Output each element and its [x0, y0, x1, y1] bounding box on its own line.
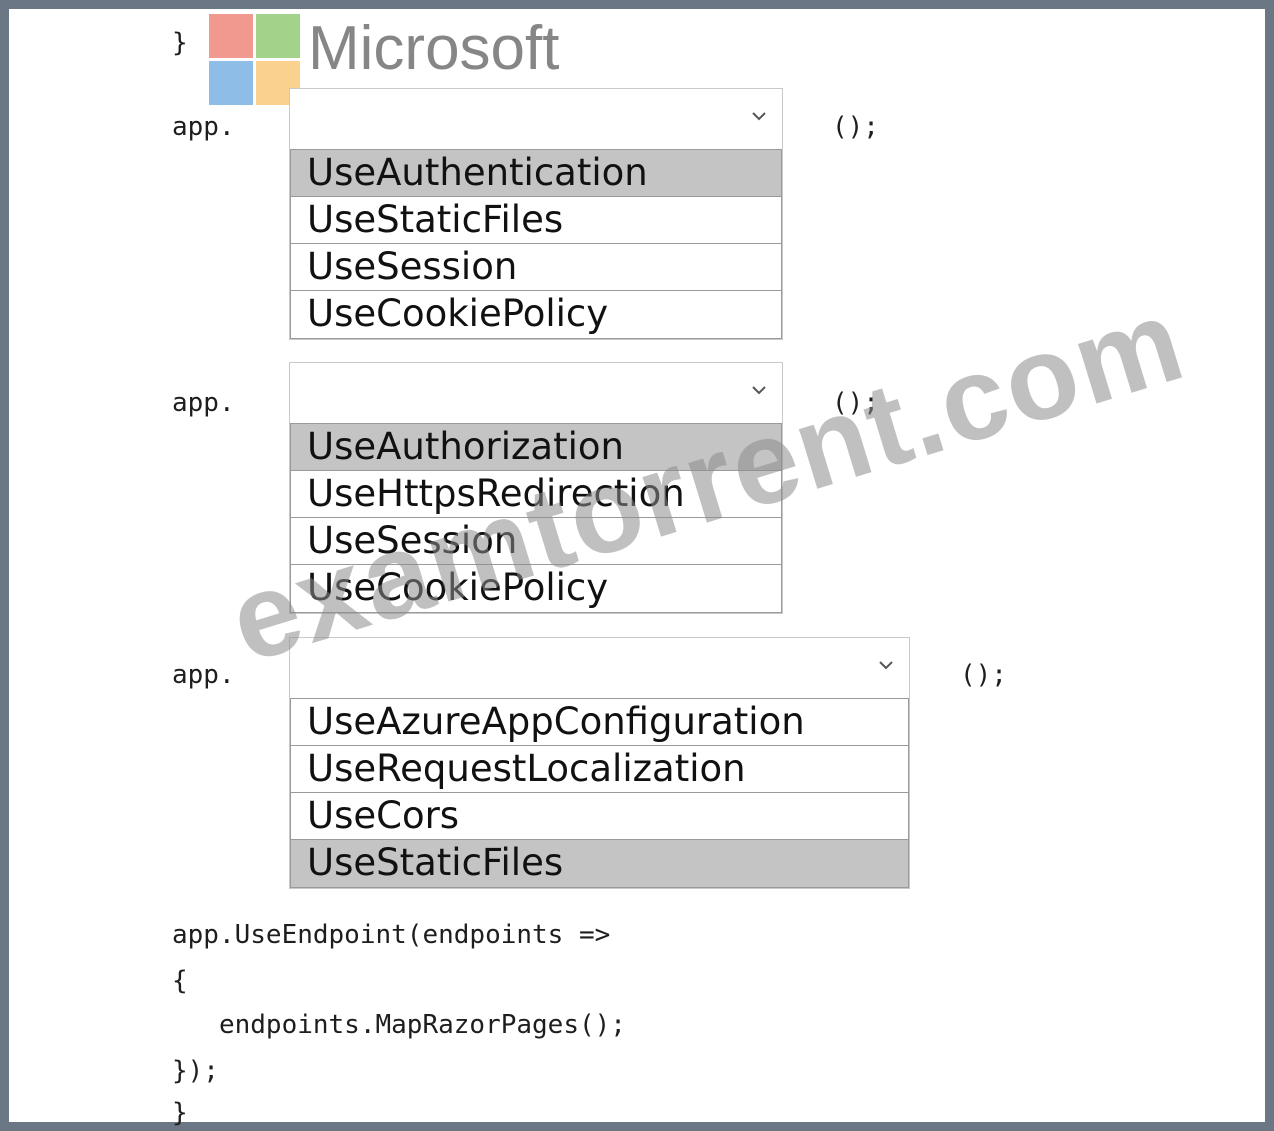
dropdown-1-options: UseAuthentication UseStaticFiles UseSess…	[290, 149, 782, 339]
logo-square-blue	[209, 61, 253, 105]
code-close-lambda: });	[172, 1056, 219, 1086]
chevron-down-icon[interactable]	[748, 379, 770, 401]
dropdown-1[interactable]: UseAuthentication UseStaticFiles UseSess…	[289, 88, 783, 340]
dropdown-1-option-use-static-files[interactable]: UseStaticFiles	[291, 197, 781, 244]
dropdown-1-option-use-session[interactable]: UseSession	[291, 244, 781, 291]
code-closing-brace-top: }	[172, 28, 188, 58]
dropdown-3-option-use-static-files[interactable]: UseStaticFiles	[291, 840, 908, 887]
dropdown-3-option-use-request-localization[interactable]: UseRequestLocalization	[291, 746, 908, 793]
dropdown-2-value[interactable]	[290, 363, 782, 423]
dropdown-2-option-use-session[interactable]: UseSession	[291, 518, 781, 565]
code-closing-brace-bottom: }	[172, 1098, 188, 1128]
logo-square-green	[256, 14, 300, 58]
dropdown-3-option-use-azure-app-configuration[interactable]: UseAzureAppConfiguration	[291, 699, 908, 746]
code-call-suffix-1: ();	[832, 112, 879, 142]
dropdown-3[interactable]: UseAzureAppConfiguration UseRequestLocal…	[289, 637, 910, 889]
dropdown-1-value[interactable]	[290, 89, 782, 149]
code-call-suffix-3: ();	[960, 660, 1007, 690]
dropdown-2-option-use-authorization[interactable]: UseAuthorization	[291, 424, 781, 471]
dropdown-2-option-use-https-redirection[interactable]: UseHttpsRedirection	[291, 471, 781, 518]
code-map-razor-pages: endpoints.MapRazorPages();	[172, 1010, 626, 1040]
chevron-down-icon[interactable]	[875, 654, 897, 676]
logo-square-red	[209, 14, 253, 58]
code-app-prefix-2: app.	[172, 388, 235, 418]
dropdown-2-options: UseAuthorization UseHttpsRedirection Use…	[290, 423, 782, 613]
dropdown-1-option-use-cookie-policy[interactable]: UseCookiePolicy	[291, 291, 781, 338]
dropdown-2-option-use-cookie-policy[interactable]: UseCookiePolicy	[291, 565, 781, 612]
code-use-endpoint: app.UseEndpoint(endpoints =>	[172, 920, 611, 950]
microsoft-logo-text: Microsoft	[308, 14, 560, 83]
dropdown-1-option-use-authentication[interactable]: UseAuthentication	[291, 150, 781, 197]
code-call-suffix-2: ();	[832, 388, 879, 418]
code-app-prefix-3: app.	[172, 660, 235, 690]
dropdown-3-option-use-cors[interactable]: UseCors	[291, 793, 908, 840]
dropdown-3-options: UseAzureAppConfiguration UseRequestLocal…	[290, 698, 909, 888]
code-open-brace: {	[172, 966, 188, 996]
dropdown-3-value[interactable]	[290, 638, 909, 698]
dropdown-2[interactable]: UseAuthorization UseHttpsRedirection Use…	[289, 362, 783, 614]
chevron-down-icon[interactable]	[748, 105, 770, 127]
code-app-prefix-1: app.	[172, 112, 235, 142]
